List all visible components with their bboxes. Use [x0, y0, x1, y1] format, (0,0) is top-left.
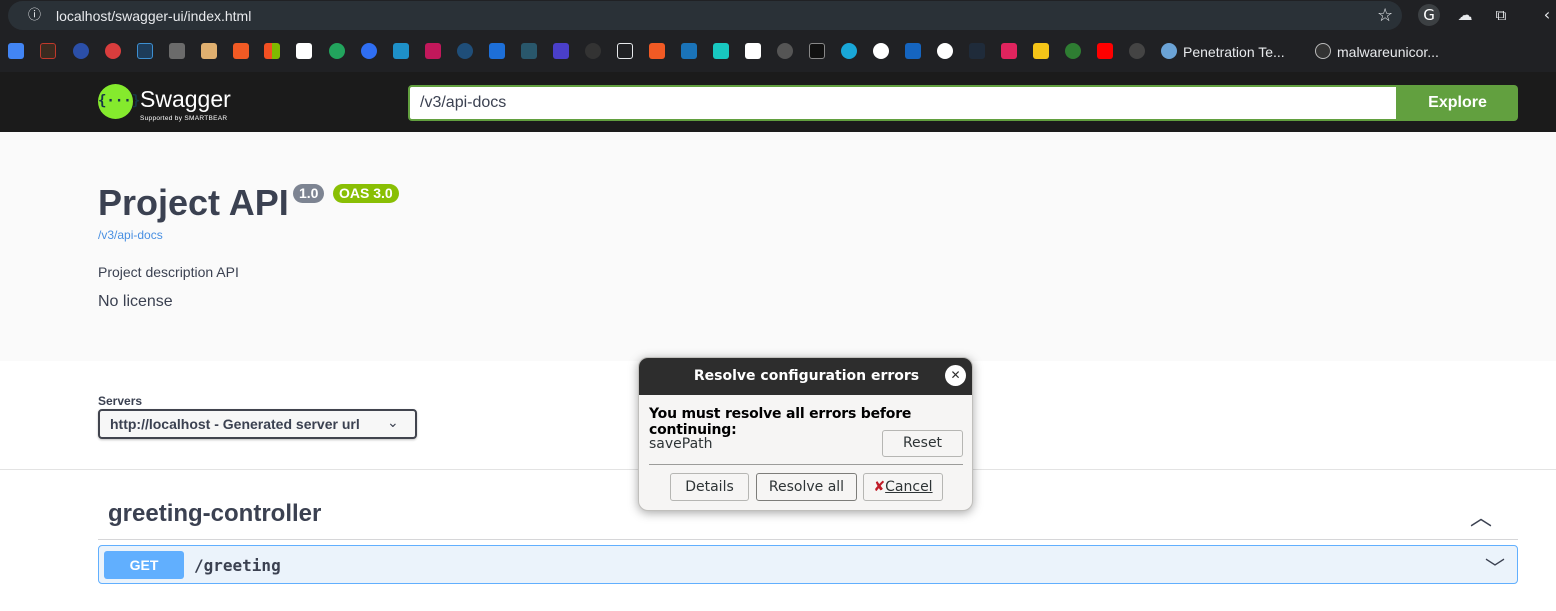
- tag-divider: [98, 539, 1518, 540]
- logo-subtitle: Supported by SMARTBEAR: [140, 115, 228, 122]
- spec-link[interactable]: /v3/api-docs: [98, 228, 163, 242]
- bookmark-icon[interactable]: [169, 43, 185, 59]
- method-badge: GET: [104, 551, 184, 579]
- side-panel-chevron-icon[interactable]: ‹: [1536, 4, 1556, 26]
- cancel-x-icon: ✘: [873, 479, 886, 495]
- api-description: Project description API: [98, 264, 239, 280]
- swagger-logo-icon[interactable]: {···}: [98, 84, 141, 119]
- bookmark-icon[interactable]: [1129, 43, 1145, 59]
- bookmark-icon[interactable]: [681, 43, 697, 59]
- dialog-separator: [649, 464, 963, 465]
- page-title: Project API: [98, 182, 289, 223]
- explore-button[interactable]: Explore: [1397, 85, 1518, 121]
- info-section: Project API 1.0 OAS 3.0 /v3/api-docs Pro…: [0, 132, 1556, 361]
- hts-bookmark-icon[interactable]: [809, 43, 825, 59]
- bookmark-icon[interactable]: [1001, 43, 1017, 59]
- extensions-puzzle-icon[interactable]: ⧉: [1490, 4, 1512, 26]
- logo-text[interactable]: Swagger: [140, 86, 231, 113]
- docs-bookmark-icon[interactable]: [8, 43, 24, 59]
- pentest-bookmark[interactable]: Penetration Te...: [1183, 44, 1285, 60]
- details-button[interactable]: Details: [670, 473, 749, 501]
- dialog-title: Resolve configuration errors: [693, 368, 920, 384]
- bookmark-icon[interactable]: [777, 43, 793, 59]
- grammarly-extension-icon[interactable]: G: [1418, 4, 1440, 26]
- operation-get-greeting[interactable]: GET /greeting ﹀: [98, 545, 1518, 584]
- bookmark-icon[interactable]: [617, 43, 633, 59]
- bookmark-icon[interactable]: [137, 43, 153, 59]
- version-badge: 1.0: [293, 184, 325, 203]
- bookmark-icon[interactable]: [553, 43, 569, 59]
- dialog-header: Resolve configuration errors ✕: [639, 358, 972, 395]
- servers-select[interactable]: http://localhost - Generated server url: [98, 409, 417, 439]
- bookmark-icon[interactable]: [841, 43, 857, 59]
- bookmark-icon[interactable]: [457, 43, 473, 59]
- bookmark-star-icon[interactable]: ☆: [1377, 5, 1393, 26]
- resolve-all-button[interactable]: Resolve all: [756, 473, 857, 501]
- portswigger-bookmark-icon[interactable]: [40, 43, 56, 59]
- bookmark-icon[interactable]: [329, 43, 345, 59]
- resolve-errors-dialog: Resolve configuration errors ✕ You must …: [638, 357, 973, 511]
- bookmark-icon[interactable]: [201, 43, 217, 59]
- bookmark-icon[interactable]: [73, 43, 89, 59]
- collapse-chevron-up-icon[interactable]: ︿: [1470, 500, 1492, 532]
- bookmark-icon[interactable]: [1065, 43, 1081, 59]
- bookmark-icon[interactable]: [969, 43, 985, 59]
- github-bookmark-icon[interactable]: [937, 43, 953, 59]
- servers-label: Servers: [98, 394, 143, 408]
- close-icon[interactable]: ✕: [945, 365, 966, 386]
- bookmark-icon[interactable]: [745, 43, 761, 59]
- cancel-label: Cancel: [885, 479, 933, 495]
- cisco-bookmark-icon[interactable]: [521, 43, 537, 59]
- bookmark-icon[interactable]: [585, 43, 601, 59]
- operation-path: /greeting: [194, 556, 281, 575]
- error-item-label: savePath: [649, 436, 713, 452]
- url-field[interactable]: ⓘ localhost/swagger-ui/index.html ☆: [8, 1, 1402, 30]
- site-info-icon[interactable]: ⓘ: [26, 7, 43, 24]
- explore-url-input[interactable]: /v3/api-docs: [408, 85, 1398, 121]
- bookmark-icon[interactable]: [905, 43, 921, 59]
- bookmark-icon[interactable]: [105, 43, 121, 59]
- bookmark-icon[interactable]: [489, 43, 505, 59]
- bookmark-icon[interactable]: [296, 43, 312, 59]
- bookmark-icon[interactable]: [233, 43, 249, 59]
- bookmark-icon[interactable]: [1033, 43, 1049, 59]
- cancel-button[interactable]: ✘Cancel: [863, 473, 943, 501]
- browser-address-bar: ⓘ localhost/swagger-ui/index.html ☆ G ☁ …: [0, 0, 1556, 32]
- url-text[interactable]: localhost/swagger-ui/index.html: [56, 8, 251, 24]
- bookmark-icon[interactable]: [713, 43, 729, 59]
- reset-button[interactable]: Reset: [882, 430, 963, 457]
- cloud-extension-icon[interactable]: ☁: [1454, 4, 1476, 26]
- oas-badge: OAS 3.0: [333, 184, 399, 203]
- tag-title[interactable]: greeting-controller: [108, 500, 321, 528]
- malware-bookmark-icon[interactable]: [1315, 43, 1331, 59]
- bookmark-icon[interactable]: [393, 43, 409, 59]
- bookmark-icon[interactable]: [873, 43, 889, 59]
- microsoft-bookmark-icon[interactable]: [264, 43, 280, 59]
- expand-chevron-down-icon[interactable]: ﹀: [1485, 552, 1505, 581]
- malware-bookmark[interactable]: malwareunicor...: [1337, 44, 1439, 60]
- chevron-down-icon[interactable]: ⌄: [387, 415, 399, 431]
- youtube-bookmark-icon[interactable]: [1097, 43, 1113, 59]
- swagger-topbar: {···} Swagger Supported by SMARTBEAR /v3…: [0, 72, 1556, 132]
- bookmark-icon[interactable]: [361, 43, 377, 59]
- logo-glyph: {···}: [98, 93, 141, 109]
- bookmark-icon[interactable]: [425, 43, 441, 59]
- pentest-bookmark-icon[interactable]: [1161, 43, 1177, 59]
- license-text: No license: [98, 293, 173, 310]
- bookmarks-bar: Penetration Te... malwareunicor...: [0, 32, 1556, 72]
- bookmark-icon[interactable]: [649, 43, 665, 59]
